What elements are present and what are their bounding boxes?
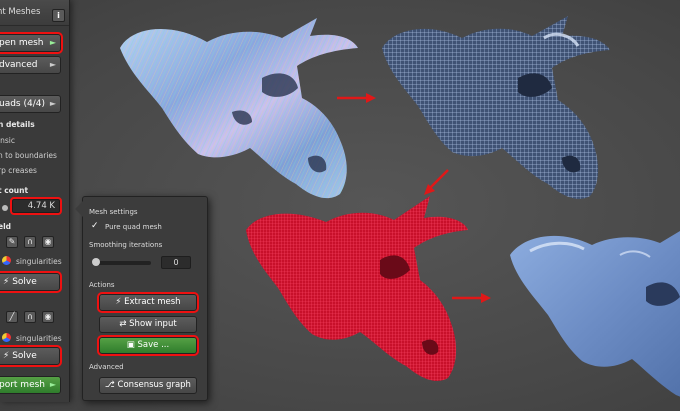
arrow-right-top (337, 93, 376, 103)
quads-button[interactable]: uads (4/4) ► (0, 95, 61, 113)
shuffle-icon: ⇄ (119, 319, 127, 329)
extract-mesh-button[interactable]: ⚡ Extract mesh (97, 292, 199, 313)
bolt-icon: ⚡ (3, 277, 10, 287)
attractor-icon[interactable]: ◉ (42, 311, 54, 323)
singularities-label-2: singularities (16, 334, 62, 343)
field-mesh (246, 196, 468, 381)
quads-label: uads (4/4) (0, 99, 45, 109)
check-icon[interactable]: ✓ (91, 221, 99, 231)
attractor-icon[interactable]: ◉ (42, 236, 54, 248)
solve-label-2: ⚡ Solve (3, 351, 37, 361)
count-field[interactable]: 4.74 K (10, 197, 62, 215)
bolt-icon: ⚡ (115, 297, 122, 307)
consensus-graph-button[interactable]: ⎇ Consensus graph (99, 377, 197, 394)
singularity-icon (2, 333, 11, 342)
smoothing-header: Smoothing iterations (89, 241, 163, 249)
mesh-settings-header: Mesh settings (89, 208, 138, 216)
pencil-icon[interactable]: ╱ (6, 311, 18, 323)
export-popup: Mesh settings ✓ Pure quad mesh Smoothing… (75, 196, 208, 401)
floppy-icon: ▣ (126, 340, 135, 350)
open-mesh-label: pen mesh (0, 38, 44, 48)
brush-icon[interactable]: ✎ (6, 236, 18, 248)
panel-title: nt Meshes (0, 7, 41, 17)
slider-knob-icon[interactable] (2, 205, 8, 211)
chevron-right-icon: ► (49, 38, 56, 47)
arrow-right-bottom (452, 293, 491, 303)
count-header: t count (0, 186, 29, 195)
graph-icon: ⎇ (105, 380, 115, 390)
smoothing-value-field[interactable]: 0 (161, 256, 191, 269)
advanced-label: dvanced (0, 60, 38, 70)
result-mesh (510, 231, 680, 397)
option-creases[interactable]: rp creases (0, 166, 37, 175)
option-boundaries[interactable]: n to boundaries (0, 151, 57, 160)
option-intrinsic[interactable]: insic (0, 136, 15, 145)
pure-quad-label[interactable]: Pure quad mesh (105, 223, 162, 231)
solve-button-2[interactable]: ⚡ Solve (0, 345, 62, 367)
advanced-header: Advanced (89, 363, 124, 371)
save-button[interactable]: ▣ Save ... (97, 335, 199, 356)
chevron-right-icon: ► (49, 380, 56, 389)
chevron-right-icon: ► (49, 60, 56, 69)
magnet-icon[interactable]: ∩ (24, 236, 36, 248)
show-input-button[interactable]: ⇄ Show input (99, 316, 197, 333)
slider-knob-icon[interactable] (92, 258, 100, 266)
arrow-down-left (424, 169, 449, 195)
left-panel: nt Meshes i pen mesh ► dvanced ► uads (4… (0, 0, 70, 402)
actions-header: Actions (89, 281, 115, 289)
magnet-icon[interactable]: ∩ (24, 311, 36, 323)
info-button[interactable]: i (52, 9, 65, 22)
field-header: eld (0, 222, 12, 231)
solve-label-1: ⚡ Solve (3, 277, 37, 287)
export-mesh-button[interactable]: port mesh ► (0, 376, 61, 394)
advanced-button[interactable]: dvanced ► (0, 56, 61, 74)
chevron-right-icon: ► (49, 99, 56, 108)
bolt-icon: ⚡ (3, 351, 10, 361)
singularities-label-1: singularities (16, 257, 62, 266)
quad-mesh (382, 16, 610, 199)
panel-title-bar: nt Meshes i (0, 0, 69, 26)
solve-button-1[interactable]: ⚡ Solve (0, 271, 62, 293)
smoothing-slider[interactable] (92, 258, 151, 266)
export-mesh-label: port mesh (0, 380, 46, 390)
details-header: n details (0, 120, 35, 129)
input-mesh (120, 18, 358, 199)
singularity-icon (2, 256, 11, 265)
open-mesh-button[interactable]: pen mesh ► (0, 32, 63, 54)
